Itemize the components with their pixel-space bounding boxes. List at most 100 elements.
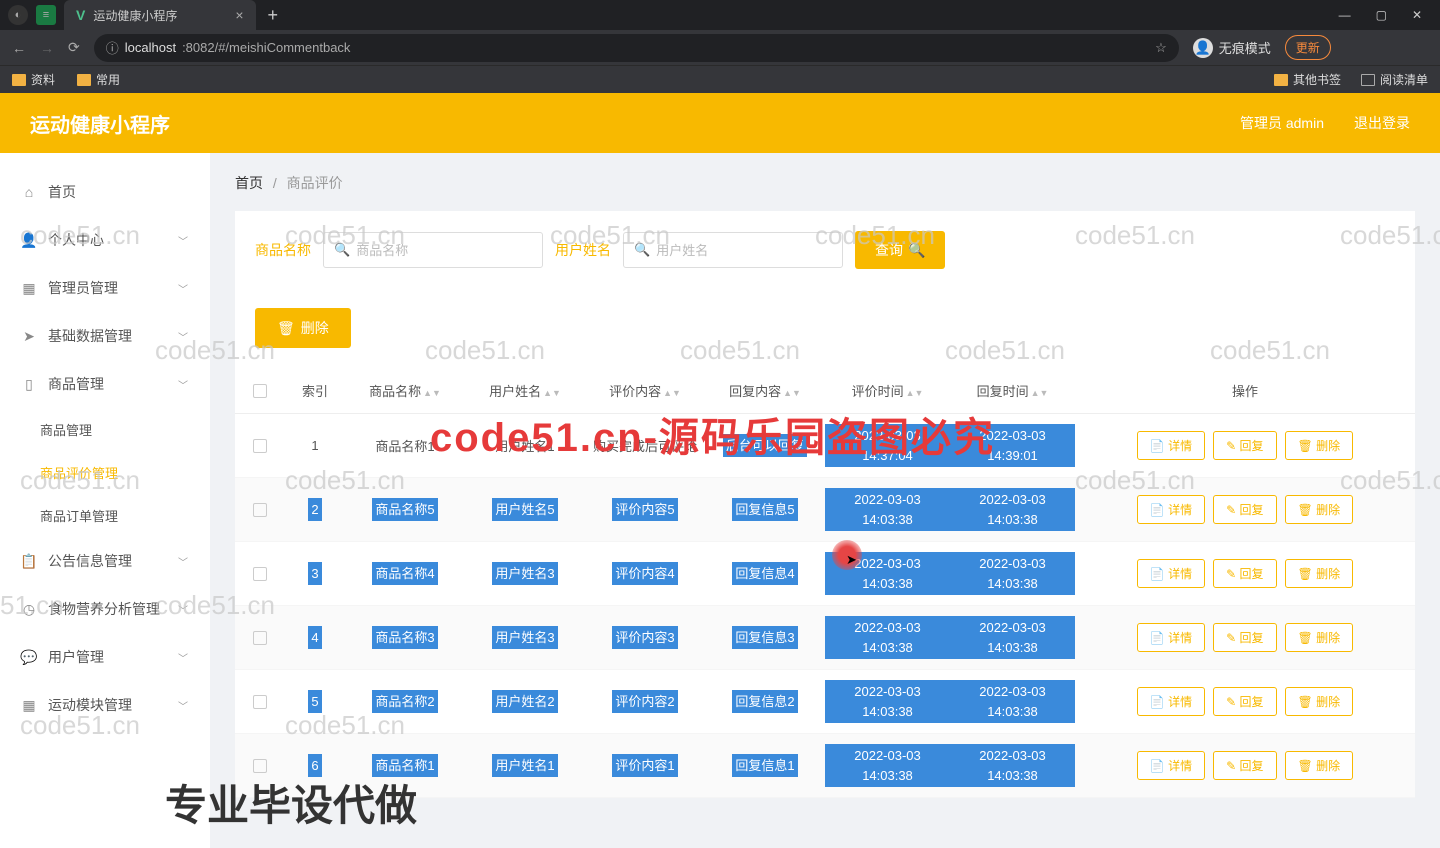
sidebar-item-personal[interactable]: 👤个人中心﹀ — [0, 216, 210, 264]
col-index[interactable]: 索引 — [285, 381, 345, 400]
cursor-icon: ➤ — [846, 552, 857, 568]
cell-reply: 后台可以回复 — [705, 434, 825, 458]
cell-rptime: 2022-03-03 14:03:38 — [950, 680, 1075, 723]
maximize-icon[interactable]: ▢ — [1376, 8, 1387, 22]
minimize-icon[interactable]: — — [1339, 8, 1351, 22]
col-pname[interactable]: 商品名称▲▼ — [345, 381, 465, 400]
update-button[interactable]: 更新 — [1285, 35, 1331, 60]
col-rptime[interactable]: 回复时间▲▼ — [950, 381, 1075, 400]
incognito-badge[interactable]: 👤 无痕模式 — [1193, 38, 1271, 58]
row-checkbox[interactable] — [253, 439, 267, 453]
bookmark-bar: 资料 常用 其他书签 阅读清单 — [0, 65, 1440, 93]
filter-user-input-wrap: 🔍 — [623, 232, 843, 268]
cell-rptime: 2022-03-03 14:39:01 — [950, 424, 1075, 467]
col-rtime[interactable]: 评价时间▲▼ — [825, 381, 950, 400]
detail-button[interactable]: 📄 详情 — [1137, 559, 1205, 588]
reply-button[interactable]: ✎ 回复 — [1213, 751, 1276, 780]
sidebar-item-admin[interactable]: ▦管理员管理﹀ — [0, 264, 210, 312]
sidebar-item-notice[interactable]: 📋公告信息管理﹀ — [0, 537, 210, 585]
detail-button[interactable]: 📄 详情 — [1137, 623, 1205, 652]
detail-button[interactable]: 📄 详情 — [1137, 495, 1205, 524]
filter-product-input[interactable] — [356, 243, 532, 258]
col-review[interactable]: 评价内容▲▼ — [585, 381, 705, 400]
close-icon[interactable]: × — [235, 7, 243, 23]
sidebar-item-sport[interactable]: ▦运动模块管理﹀ — [0, 681, 210, 729]
cell-idx: 4 — [285, 626, 345, 650]
cell-reply: 回复信息1 — [705, 754, 825, 778]
cell-review: 评价内容5 — [585, 498, 705, 522]
row-checkbox[interactable] — [253, 631, 267, 645]
product-icon: ▯ — [22, 377, 36, 391]
cell-uname: 用户姓名1 — [465, 754, 585, 778]
sidebar-sub-review[interactable]: 商品评价管理 — [0, 451, 210, 494]
reply-button[interactable]: ✎ 回复 — [1213, 495, 1276, 524]
cell-pname: 商品名称2 — [345, 690, 465, 714]
search-icon: 🔍 — [908, 242, 925, 259]
breadcrumb-home[interactable]: 首页 — [235, 175, 263, 191]
chevron-down-icon: ﹀ — [178, 554, 188, 569]
row-delete-button[interactable]: 🗑 删除 — [1285, 559, 1354, 588]
cell-idx: 5 — [285, 690, 345, 714]
cell-idx: 2 — [285, 498, 345, 522]
other-bookmarks[interactable]: 其他书签 — [1274, 71, 1341, 88]
reading-list[interactable]: 阅读清单 — [1361, 71, 1428, 88]
reload-icon[interactable]: ⟳ — [68, 39, 80, 56]
col-reply[interactable]: 回复内容▲▼ — [705, 381, 825, 400]
new-tab-button[interactable]: + — [268, 5, 279, 26]
row-delete-button[interactable]: 🗑 删除 — [1285, 495, 1354, 524]
col-ops: 操作 — [1075, 381, 1415, 400]
logout-link[interactable]: 退出登录 — [1354, 113, 1410, 133]
sidebar-sub-order[interactable]: 商品订单管理 — [0, 494, 210, 537]
row-delete-button[interactable]: 🗑 删除 — [1285, 751, 1354, 780]
sidebar-item-user[interactable]: 💬用户管理﹀ — [0, 633, 210, 681]
cell-uname: 用户姓名1 — [465, 436, 585, 455]
sort-icon: ▲▼ — [423, 390, 441, 396]
sidebar-sub-product[interactable]: 商品管理 — [0, 408, 210, 451]
browser-tabs: ◐ ≡ V 运动健康小程序 × + — ▢ ✕ — [0, 0, 1440, 30]
bookmark-folder-2[interactable]: 常用 — [77, 71, 120, 88]
window-close-icon[interactable]: ✕ — [1412, 8, 1422, 22]
detail-button[interactable]: 📄 详情 — [1137, 431, 1205, 460]
row-checkbox[interactable] — [253, 759, 267, 773]
reply-button[interactable]: ✎ 回复 — [1213, 559, 1276, 588]
chart-icon: ◷ — [22, 602, 36, 616]
app-header: 运动健康小程序 管理员 admin 退出登录 — [0, 93, 1440, 153]
query-button[interactable]: 查询🔍 — [855, 231, 945, 269]
sidebar-item-nutrition[interactable]: ◷食物营养分析管理﹀ — [0, 585, 210, 633]
detail-button[interactable]: 📄 详情 — [1137, 751, 1205, 780]
forward-icon[interactable]: → — [40, 40, 54, 56]
cell-uname: 用户姓名5 — [465, 498, 585, 522]
col-uname[interactable]: 用户姓名▲▼ — [465, 381, 585, 400]
reply-button[interactable]: ✎ 回复 — [1213, 687, 1276, 716]
admin-label[interactable]: 管理员 admin — [1240, 113, 1324, 133]
sidebar-item-home[interactable]: ⌂首页 — [0, 168, 210, 216]
bookmark-folder-1[interactable]: 资料 — [12, 71, 55, 88]
row-checkbox[interactable] — [253, 503, 267, 517]
tab-favicon-1[interactable]: ◐ — [8, 5, 28, 25]
cell-ops: 📄 详情 ✎ 回复 🗑 删除 — [1075, 559, 1415, 588]
sort-icon: ▲▼ — [783, 390, 801, 396]
tab-favicon-2[interactable]: ≡ — [36, 5, 56, 25]
delete-button[interactable]: 🗑删除 — [255, 308, 351, 348]
select-all-checkbox[interactable] — [253, 384, 267, 398]
filter-user-label: 用户姓名 — [555, 240, 611, 260]
row-delete-button[interactable]: 🗑 删除 — [1285, 431, 1354, 460]
reply-button[interactable]: ✎ 回复 — [1213, 623, 1276, 652]
star-icon[interactable]: ☆ — [1155, 40, 1167, 56]
row-delete-button[interactable]: 🗑 删除 — [1285, 687, 1354, 716]
filter-user-input[interactable] — [656, 243, 832, 258]
sidebar-item-product[interactable]: ▯商品管理﹀ — [0, 360, 210, 408]
sort-icon: ▲▼ — [663, 390, 681, 396]
cell-review: 评价内容2 — [585, 690, 705, 714]
sidebar-item-basedata[interactable]: ➤基础数据管理﹀ — [0, 312, 210, 360]
active-tab[interactable]: V 运动健康小程序 × — [64, 0, 256, 30]
tab-title: 运动健康小程序 — [93, 7, 177, 24]
row-checkbox[interactable] — [253, 695, 267, 709]
back-icon[interactable]: ← — [12, 40, 26, 56]
detail-button[interactable]: 📄 详情 — [1137, 687, 1205, 716]
reply-button[interactable]: ✎ 回复 — [1213, 431, 1276, 460]
row-delete-button[interactable]: 🗑 删除 — [1285, 623, 1354, 652]
row-checkbox[interactable] — [253, 567, 267, 581]
chevron-down-icon: ﹀ — [178, 281, 188, 296]
url-input[interactable]: ⓘ localhost:8082/#/meishiCommentback ☆ — [94, 34, 1179, 62]
